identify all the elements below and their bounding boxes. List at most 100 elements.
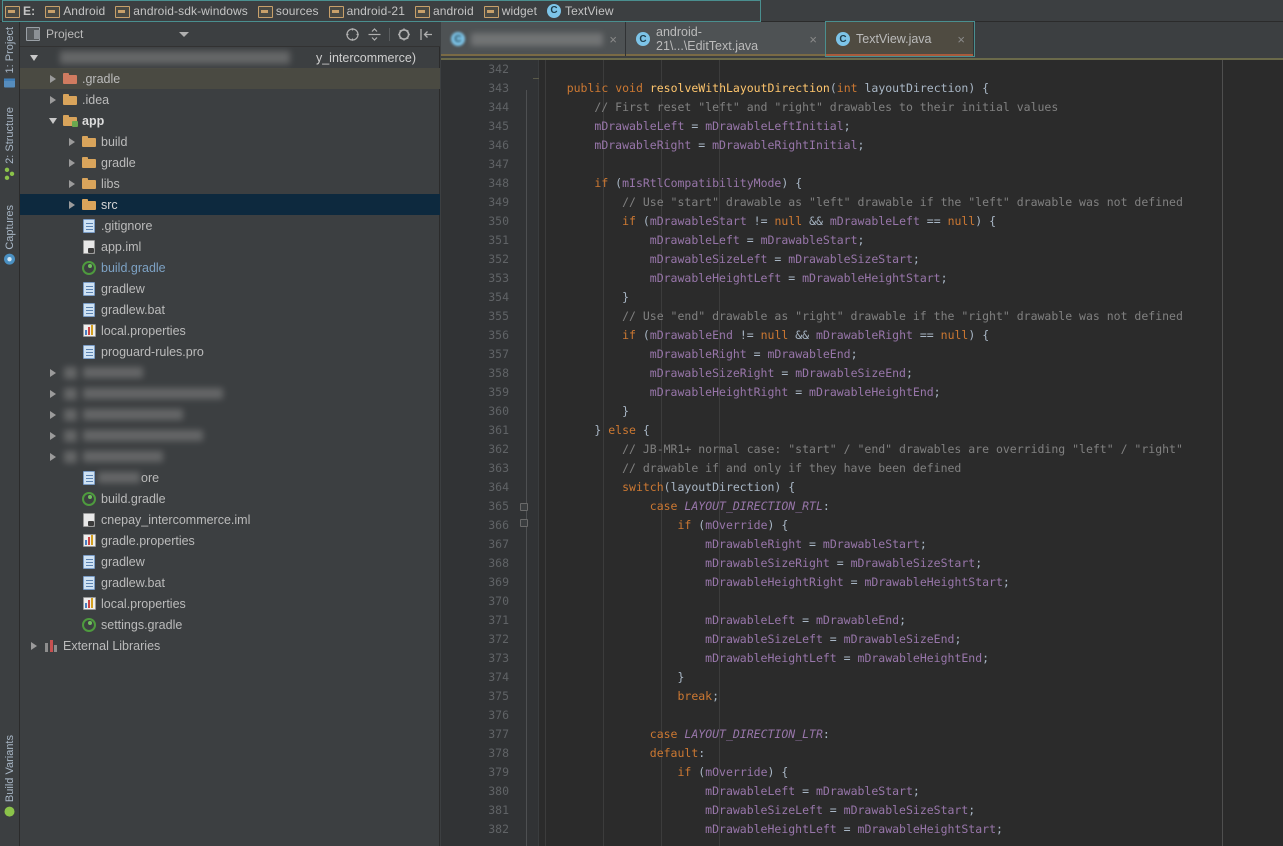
sidebar-item-build-variants[interactable]: Build Variants bbox=[0, 732, 20, 821]
line-number: 362 bbox=[488, 442, 509, 456]
tree-item[interactable] bbox=[20, 362, 440, 383]
sidebar-item-label: 1: Project bbox=[4, 27, 16, 74]
gear-icon[interactable] bbox=[397, 27, 412, 42]
code-line: mDrawableLeft = mDrawableStart; bbox=[539, 782, 920, 801]
hide-panel-icon[interactable] bbox=[419, 27, 434, 42]
chevron-down-icon[interactable] bbox=[26, 54, 42, 61]
chevron-right-icon[interactable] bbox=[45, 431, 61, 440]
breadcrumb-item-sources[interactable]: sources bbox=[255, 1, 326, 21]
editor-tab[interactable]: C TextView.java × bbox=[825, 21, 975, 57]
tree-item[interactable]: .idea bbox=[20, 89, 440, 110]
fold-marker-icon[interactable] bbox=[520, 503, 528, 511]
chevron-right-icon[interactable] bbox=[45, 452, 61, 461]
tree-item[interactable]: ore bbox=[20, 467, 440, 488]
tree-item[interactable]: src bbox=[20, 194, 440, 215]
tree-item[interactable]: gradlew bbox=[20, 551, 440, 572]
code-text-area[interactable]: public void resolveWithLayoutDirection(i… bbox=[539, 60, 1283, 846]
code-folding-strip[interactable] bbox=[517, 60, 608, 846]
code-token: mDrawableSizeRight bbox=[649, 366, 775, 380]
fold-marker-icon[interactable] bbox=[520, 519, 528, 527]
redacted-label bbox=[83, 451, 163, 462]
tree-item[interactable]: External Libraries bbox=[20, 635, 440, 656]
close-icon[interactable]: × bbox=[809, 33, 817, 46]
code-token: case bbox=[649, 499, 678, 513]
project-tree[interactable]: y_intercommerce) .gradle .idea app build grad… bbox=[20, 47, 440, 846]
collapse-all-icon[interactable] bbox=[345, 27, 360, 42]
line-number: 366 bbox=[488, 518, 509, 532]
breadcrumb-item-widget[interactable]: widget bbox=[481, 1, 544, 21]
chevron-right-icon[interactable] bbox=[45, 389, 61, 398]
tree-item[interactable] bbox=[20, 404, 440, 425]
code-token: default bbox=[649, 746, 699, 760]
tree-item[interactable]: gradle bbox=[20, 152, 440, 173]
code-token: ) { bbox=[767, 518, 789, 532]
project-tool-window: Project y_intercommerce) .gradle .idea app b… bbox=[20, 22, 440, 846]
breadcrumb-item-android[interactable]: android bbox=[412, 1, 481, 21]
tree-item[interactable]: .gitignore bbox=[20, 215, 440, 236]
chevron-right-icon[interactable] bbox=[45, 74, 61, 83]
code-token: == bbox=[919, 214, 948, 228]
tree-item[interactable] bbox=[20, 425, 440, 446]
tree-item[interactable] bbox=[20, 383, 440, 404]
breadcrumb-item-androidsdkwindows[interactable]: android-sdk-windows bbox=[112, 1, 255, 21]
tree-item[interactable]: build.gradle bbox=[20, 488, 440, 509]
breadcrumb-item-textview[interactable]: C TextView bbox=[544, 1, 621, 21]
chevron-right-icon[interactable] bbox=[64, 137, 80, 146]
tree-item[interactable]: gradlew.bat bbox=[20, 299, 440, 320]
chevron-down-icon[interactable] bbox=[179, 31, 190, 37]
sidebar-item-structure[interactable]: 2: Structure bbox=[0, 104, 20, 183]
tree-item[interactable]: gradlew bbox=[20, 278, 440, 299]
close-icon[interactable]: × bbox=[609, 33, 617, 46]
tree-item[interactable]: build bbox=[20, 131, 440, 152]
close-icon[interactable]: × bbox=[957, 33, 965, 46]
tree-item[interactable] bbox=[20, 446, 440, 467]
tree-item[interactable]: y_intercommerce) bbox=[20, 47, 440, 68]
tree-item[interactable]: settings.gradle bbox=[20, 614, 440, 635]
chevron-right-icon[interactable] bbox=[64, 200, 80, 209]
chevron-right-icon[interactable] bbox=[64, 179, 80, 188]
editor-tab[interactable]: Candroid-21\...\EditText.java × bbox=[626, 22, 826, 56]
code-token: null bbox=[940, 328, 969, 342]
tree-item[interactable]: build.gradle bbox=[20, 257, 440, 278]
expand-collapse-icon[interactable] bbox=[367, 27, 382, 42]
sidebar-item-project[interactable]: 1: Project bbox=[0, 24, 20, 92]
chevron-right-icon[interactable] bbox=[45, 410, 61, 419]
tree-item[interactable]: local.properties bbox=[20, 320, 440, 341]
editor-tab[interactable]: C × bbox=[441, 22, 626, 56]
tree-item[interactable]: local.properties bbox=[20, 593, 440, 614]
tree-item-label: gradlew bbox=[101, 281, 145, 296]
tree-item[interactable]: cnepay_intercommerce.iml bbox=[20, 509, 440, 530]
tree-item[interactable]: proguard-rules.pro bbox=[20, 341, 440, 362]
tree-item[interactable]: gradlew.bat bbox=[20, 572, 440, 593]
chevron-down-icon[interactable] bbox=[45, 117, 61, 124]
breadcrumb-item-android[interactable]: Android bbox=[42, 1, 112, 21]
line-number: 350 bbox=[488, 214, 509, 228]
chevron-right-icon[interactable] bbox=[64, 158, 80, 167]
breadcrumb-item-android21[interactable]: android-21 bbox=[326, 1, 412, 21]
properties-file-icon bbox=[80, 324, 98, 337]
code-token: mDrawableHeightLeft bbox=[649, 271, 782, 285]
file-icon bbox=[80, 554, 98, 569]
code-line: mDrawableLeft = mDrawableEnd; bbox=[539, 611, 906, 630]
tree-item[interactable]: .gradle bbox=[20, 68, 440, 89]
chevron-right-icon[interactable] bbox=[45, 95, 61, 104]
tree-item[interactable]: gradle.properties bbox=[20, 530, 440, 551]
sidebar-item-captures[interactable]: Captures bbox=[0, 202, 20, 269]
tree-item[interactable]: libs bbox=[20, 173, 440, 194]
code-editor[interactable]: 342 343 344 345 346 347 348 349 350 351 352 353 354 3… bbox=[441, 60, 1283, 846]
project-icon bbox=[4, 76, 17, 89]
chevron-right-icon[interactable] bbox=[45, 368, 61, 377]
tree-item[interactable]: app.iml bbox=[20, 236, 440, 257]
code-line: mDrawableHeightLeft = mDrawableHeightSta… bbox=[539, 269, 948, 288]
tree-item[interactable]: app bbox=[20, 110, 440, 131]
code-token: = bbox=[691, 138, 713, 152]
code-token: = bbox=[739, 233, 761, 247]
project-selector[interactable]: Project bbox=[26, 27, 190, 41]
breadcrumb-item-e[interactable]: E: bbox=[2, 1, 42, 21]
code-token: mDrawableSizeEnd bbox=[795, 366, 906, 380]
chevron-right-icon[interactable] bbox=[26, 641, 42, 650]
